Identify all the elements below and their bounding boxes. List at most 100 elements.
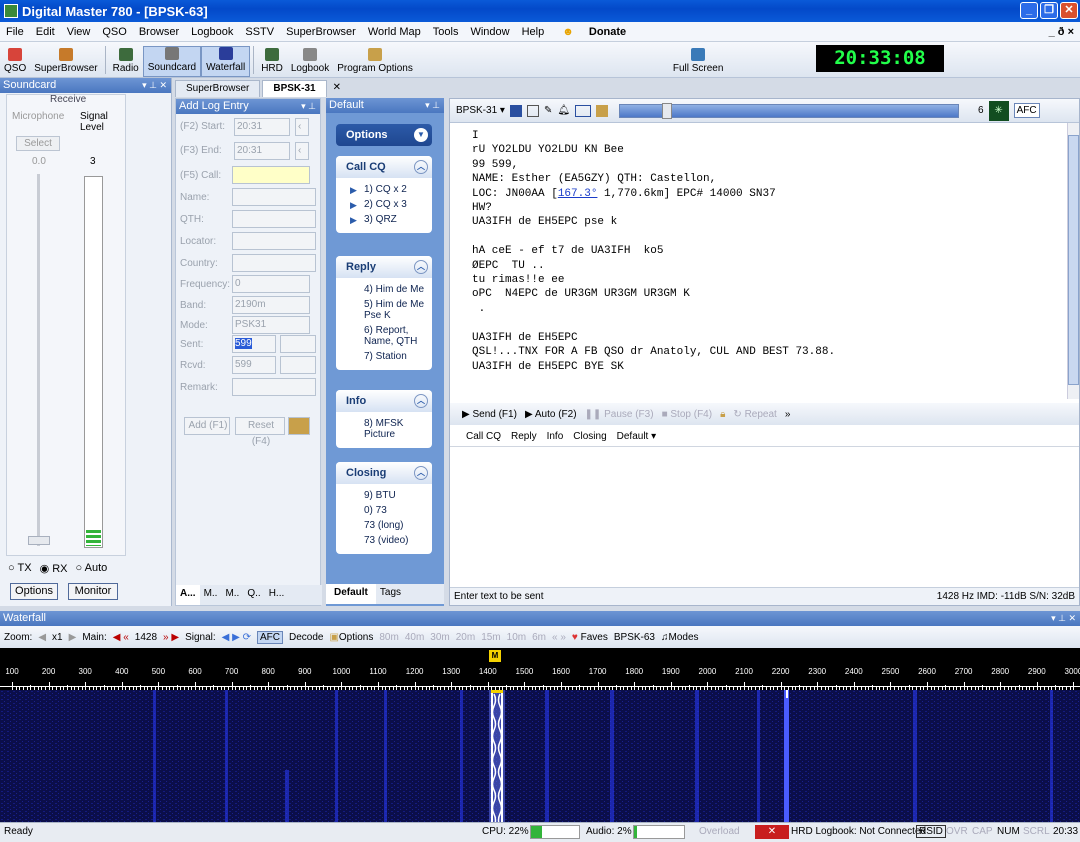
- pin-icon[interactable]: ▾ ⊥: [425, 98, 440, 113]
- toolbar-hrd-button[interactable]: HRD: [257, 48, 287, 77]
- add-log-button[interactable]: Add (F1): [184, 417, 230, 435]
- sent-field[interactable]: 599: [232, 335, 276, 353]
- end-field[interactable]: 20:31: [234, 142, 290, 160]
- macro-item[interactable]: 73 (video): [336, 533, 432, 548]
- restore-button[interactable]: ❐: [1040, 2, 1058, 19]
- bearing-link[interactable]: 167.3°: [558, 188, 598, 200]
- decode-button[interactable]: Decode: [289, 632, 323, 643]
- minimize-button[interactable]: _: [1020, 2, 1038, 19]
- log-tab[interactable]: A...: [176, 585, 200, 605]
- rx-radio[interactable]: ◉ RX: [40, 562, 68, 575]
- tx-macro-callcq[interactable]: Call CQ: [466, 431, 501, 442]
- end-now-button[interactable]: ‹: [295, 142, 309, 160]
- chevron-up-icon[interactable]: ︿: [414, 394, 428, 408]
- modes-button[interactable]: ♫Modes: [661, 632, 699, 643]
- lock-icon[interactable]: 🔒︎: [720, 409, 725, 420]
- options-button[interactable]: ▣Options: [329, 632, 373, 643]
- log-tab[interactable]: M..: [221, 585, 243, 605]
- eraser-icon[interactable]: ✎: [544, 105, 552, 116]
- macro-item[interactable]: 6) Report, Name, QTH: [336, 323, 432, 349]
- pin-icon[interactable]: ▾ ⊥ ✕: [142, 78, 167, 93]
- macro-item[interactable]: 0) 73: [336, 503, 432, 518]
- tuning-slider[interactable]: [619, 102, 960, 119]
- sent-extra-field[interactable]: [280, 335, 316, 353]
- toolbar-logbook-button[interactable]: Logbook: [287, 48, 333, 77]
- country-select[interactable]: [232, 254, 316, 272]
- rsid-indicator[interactable]: RSID: [916, 825, 946, 838]
- monitor-button[interactable]: Monitor: [68, 583, 118, 600]
- menu-tools[interactable]: Tools: [427, 26, 465, 38]
- zoom-down-icon[interactable]: ◀: [38, 632, 46, 643]
- waterfall-display[interactable]: [0, 690, 1080, 827]
- save-icon[interactable]: [509, 104, 522, 117]
- mode-dropdown[interactable]: BPSK-31 ▾: [456, 105, 505, 116]
- chevron-up-icon[interactable]: ︿: [414, 466, 428, 480]
- macro-item[interactable]: 7) Station: [336, 349, 432, 364]
- start-now-button[interactable]: ‹: [295, 118, 309, 136]
- toolbar-waterfall-button[interactable]: Waterfall: [201, 46, 251, 77]
- pause-button[interactable]: ❚❚ Pause (F3): [585, 409, 654, 420]
- mdi-controls[interactable]: _ ð ×: [1043, 26, 1080, 38]
- view-icon[interactable]: [575, 104, 592, 117]
- band-80m[interactable]: 80m: [379, 632, 398, 643]
- rx-scrollbar[interactable]: [1067, 123, 1079, 399]
- tx-macro-default-dropdown[interactable]: Default ▾: [617, 431, 657, 442]
- toolbar-soundcard-button[interactable]: Soundcard: [142, 46, 202, 77]
- reset-log-button[interactable]: Reset (F4): [235, 417, 285, 447]
- menu-donate[interactable]: ☻ Donate: [550, 26, 638, 38]
- band-10m[interactable]: 10m: [507, 632, 526, 643]
- more-icon[interactable]: »: [785, 409, 791, 420]
- menu-superbrowser[interactable]: SuperBrowser: [280, 26, 362, 38]
- band-20m[interactable]: 20m: [456, 632, 475, 643]
- macro-item[interactable]: 73 (long): [336, 518, 432, 533]
- frequency-field[interactable]: 0: [232, 275, 310, 293]
- marker-m[interactable]: M: [489, 650, 501, 662]
- tuning-slider-thumb[interactable]: [662, 102, 673, 119]
- macro-group-header[interactable]: Call CQ ︿: [336, 156, 432, 178]
- log-options-icon[interactable]: [288, 417, 310, 435]
- menu-view[interactable]: View: [61, 26, 97, 38]
- macro-item[interactable]: ▶ 2) CQ x 3: [336, 197, 432, 212]
- band-40m[interactable]: 40m: [405, 632, 424, 643]
- menu-world-map[interactable]: World Map: [362, 26, 427, 38]
- chevron-up-icon[interactable]: ︿: [414, 160, 428, 174]
- pin-icon[interactable]: ▾ ⊥: [301, 99, 316, 114]
- select-button[interactable]: Select: [16, 136, 60, 151]
- tx-macro-reply[interactable]: Reply: [511, 431, 537, 442]
- remark-field[interactable]: [232, 378, 316, 396]
- toolbar-fullscreen-button[interactable]: Full Screen: [669, 48, 728, 77]
- pin-icon[interactable]: ▾ ⊥ ✕: [1051, 611, 1076, 626]
- stop-button[interactable]: ■ Stop (F4): [662, 409, 713, 420]
- faves-button[interactable]: ♥ Faves: [572, 632, 608, 643]
- rcvd-extra-field[interactable]: [280, 356, 316, 374]
- settings-icon[interactable]: [596, 104, 609, 117]
- menu-sstv[interactable]: SSTV: [239, 26, 280, 38]
- afc-toggle[interactable]: AFC: [256, 630, 283, 644]
- tx-macro-closing[interactable]: Closing: [573, 431, 606, 442]
- log-tab[interactable]: H...: [265, 585, 289, 605]
- macro-item[interactable]: 4) Him de Me: [336, 282, 432, 297]
- macro-item[interactable]: ▶ 3) QRZ: [336, 212, 432, 227]
- auto-send-button[interactable]: ▶ Auto (F2): [525, 409, 577, 420]
- auto-radio[interactable]: ○ Auto: [76, 562, 108, 575]
- menu-qso[interactable]: QSO: [96, 26, 132, 38]
- macro-group-header[interactable]: Reply ︿: [336, 256, 432, 278]
- tab-default[interactable]: Default: [326, 584, 376, 604]
- menu-window[interactable]: Window: [464, 26, 515, 38]
- tab-superbrowser[interactable]: SuperBrowser: [175, 80, 261, 97]
- tab-bpsk31[interactable]: BPSK-31: [262, 80, 327, 97]
- tx-radio[interactable]: ○ TX: [8, 562, 32, 575]
- mic-slider-thumb[interactable]: [28, 536, 50, 545]
- rcvd-field[interactable]: 599: [232, 356, 276, 374]
- macro-group-header[interactable]: Closing ︿: [336, 462, 432, 484]
- menu-edit[interactable]: Edit: [30, 26, 61, 38]
- main-down-icon[interactable]: ◀ «: [113, 632, 129, 643]
- band-15m[interactable]: 15m: [481, 632, 500, 643]
- macro-item[interactable]: 5) Him de Me Pse K: [336, 297, 432, 323]
- menu-file[interactable]: File: [0, 26, 30, 38]
- repeat-button[interactable]: ↻ Repeat: [733, 409, 776, 420]
- log-tab[interactable]: Q..: [243, 585, 264, 605]
- locator-field[interactable]: [232, 232, 316, 250]
- close-button[interactable]: ✕: [1060, 2, 1078, 19]
- macro-item[interactable]: 8) MFSK Picture: [336, 416, 432, 442]
